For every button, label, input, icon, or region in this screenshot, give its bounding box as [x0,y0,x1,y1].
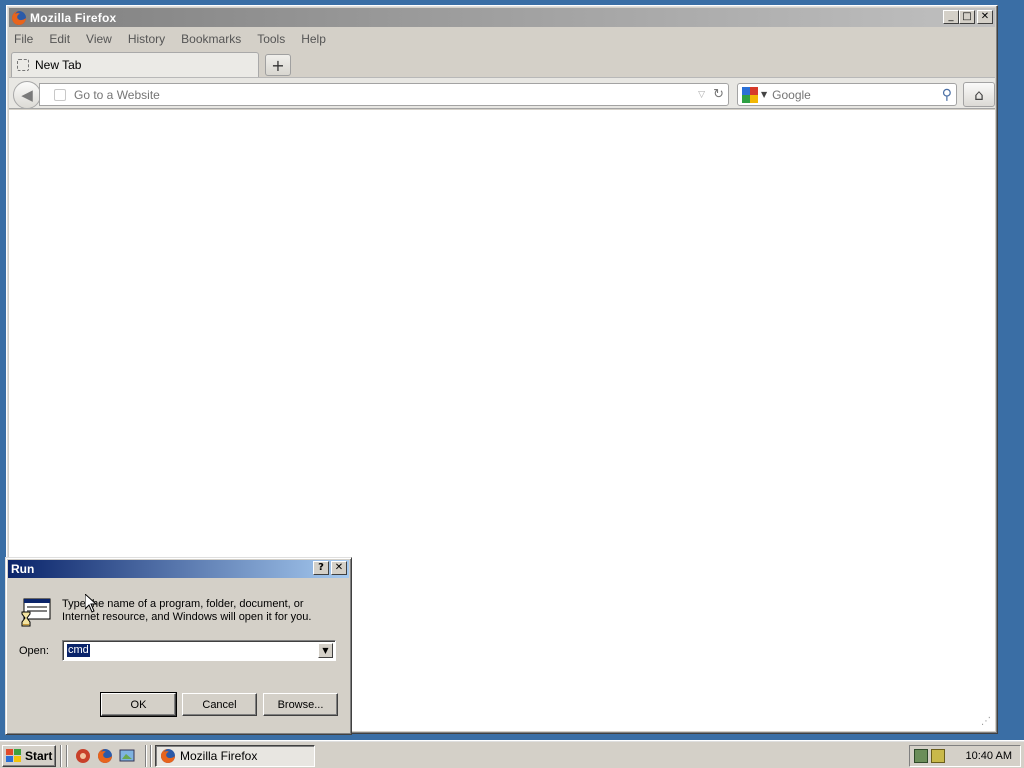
maximize-button[interactable]: □ [959,10,975,24]
taskbar-separator [60,745,62,767]
taskbar-separator [145,745,147,767]
tab-label: New Tab [35,58,82,72]
open-combobox[interactable]: cmd ▼ [62,640,336,661]
network-icon[interactable] [914,749,928,763]
back-button[interactable]: ◀ [13,81,41,109]
reload-icon[interactable]: ↻ [713,87,724,102]
tab-strip: New Tab + [9,50,995,77]
run-dialog: Run ? ✕ Type the name of a program, fold… [5,557,352,735]
menu-history[interactable]: History [128,32,165,46]
home-icon: ⌂ [974,85,984,104]
blank-page-icon [17,59,29,71]
search-bar[interactable]: ▼ ⚲ [737,83,957,106]
menu-file[interactable]: File [14,32,33,46]
browse-button[interactable]: Browse... [263,693,338,716]
help-button[interactable]: ? [313,561,329,575]
taskbar: Start Mozilla Firefox 10:40 AM [0,740,1024,768]
mouse-cursor-icon [85,594,97,613]
menu-edit[interactable]: Edit [49,32,70,46]
start-button[interactable]: Start [2,745,56,767]
taskbar-item-label: Mozilla Firefox [180,749,258,763]
run-title-controls: ? ✕ [313,561,347,575]
window-controls: _ □ ✕ [943,10,993,24]
windows-logo-icon [6,749,22,763]
url-input[interactable] [74,87,699,102]
close-button[interactable]: ✕ [331,561,347,575]
tab-new-tab[interactable]: New Tab [11,52,259,77]
show-desktop-icon[interactable] [119,748,135,764]
resize-grip-icon[interactable]: ⋰ [981,716,991,727]
firefox-icon[interactable] [97,748,113,764]
taskbar-separator [66,745,68,767]
site-identity-icon[interactable] [54,88,66,101]
menu-view[interactable]: View [86,32,112,46]
menu-tools[interactable]: Tools [257,32,285,46]
cancel-button[interactable]: Cancel [182,693,257,716]
open-value[interactable]: cmd [66,643,91,658]
new-tab-button[interactable]: + [265,54,291,76]
url-history-dropdown-icon[interactable]: ▽ [698,90,705,100]
volume-icon[interactable] [931,749,945,763]
back-arrow-icon: ◀ [21,86,33,104]
run-title: Run [11,562,35,576]
engine-dropdown-icon[interactable]: ▼ [761,90,767,99]
url-bar[interactable]: ▽ ↻ [39,83,729,106]
google-engine-icon[interactable] [742,86,758,103]
ok-button[interactable]: OK [100,692,177,717]
system-tray: 10:40 AM [909,745,1021,767]
menu-bar: File Edit View History Bookmarks Tools H… [9,29,995,49]
taskbar-separator [150,745,152,767]
run-program-icon [21,598,51,627]
menu-help[interactable]: Help [301,32,326,46]
run-titlebar[interactable]: Run ? ✕ [8,560,349,578]
close-button[interactable]: ✕ [977,10,993,24]
search-magnifier-icon[interactable]: ⚲ [942,87,952,103]
firefox-titlebar[interactable]: Mozilla Firefox _ □ ✕ [9,8,995,27]
run-description: Type the name of a program, folder, docu… [62,598,312,623]
window-title: Mozilla Firefox [30,10,117,25]
open-label: Open: [19,645,49,657]
media-player-icon[interactable] [75,748,91,764]
search-input[interactable] [772,87,942,102]
minimize-button[interactable]: _ [943,10,959,24]
start-label: Start [25,749,53,763]
home-button[interactable]: ⌂ [963,82,995,107]
navigation-toolbar: ◀ ▽ ↻ ▼ ⚲ ⌂ [9,77,995,109]
menu-bookmarks[interactable]: Bookmarks [181,32,241,46]
firefox-icon [12,10,26,25]
combo-dropdown-icon[interactable]: ▼ [318,643,333,658]
firefox-icon [161,749,175,763]
clock[interactable]: 10:40 AM [966,750,1012,762]
taskbar-item-firefox[interactable]: Mozilla Firefox [155,745,315,767]
